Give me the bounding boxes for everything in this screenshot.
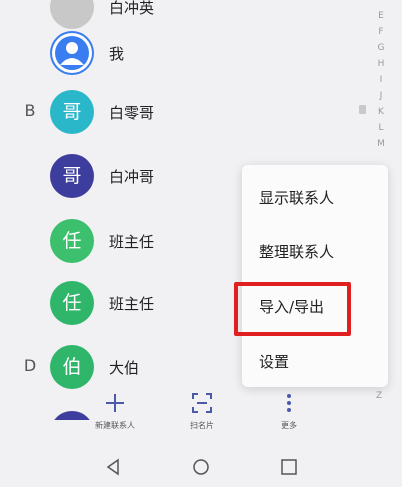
more-label: 更多 bbox=[281, 421, 297, 430]
index-letter[interactable]: K bbox=[374, 104, 388, 120]
recents-icon[interactable] bbox=[280, 458, 298, 480]
contact-name: 白零哥 bbox=[109, 104, 155, 122]
more-vertical-icon bbox=[254, 392, 324, 418]
contact-name: 白冲英 bbox=[109, 0, 155, 17]
note-icon bbox=[359, 105, 366, 114]
scan-icon bbox=[167, 392, 237, 418]
home-icon[interactable] bbox=[192, 458, 210, 480]
contact-avatar: 哥 bbox=[50, 90, 94, 134]
contact-name: 大伯 bbox=[109, 359, 140, 377]
contact-avatar: 任 bbox=[50, 281, 94, 325]
contact-row[interactable]: B 哥 白零哥 bbox=[0, 87, 380, 137]
plus-icon bbox=[80, 392, 150, 418]
person-icon bbox=[50, 31, 94, 75]
contact-avatar: 任 bbox=[50, 219, 94, 263]
contact-row[interactable]: 我 bbox=[0, 28, 380, 78]
contact-avatar: 哥 bbox=[50, 154, 94, 198]
index-letter[interactable]: E bbox=[374, 8, 388, 24]
section-letter: B bbox=[24, 101, 36, 120]
more-button[interactable]: 更多 bbox=[254, 392, 324, 431]
index-letter[interactable]: L bbox=[374, 120, 388, 136]
menu-item-settings[interactable]: 设置 bbox=[259, 351, 289, 372]
index-letter[interactable]: H bbox=[374, 56, 388, 72]
bottom-toolbar: 新建联系人 扫名片 更多 bbox=[0, 392, 402, 440]
system-nav-bar bbox=[0, 446, 402, 487]
new-contact-label: 新建联系人 bbox=[95, 421, 135, 430]
index-letter[interactable]: G bbox=[374, 40, 388, 56]
new-contact-button[interactable]: 新建联系人 bbox=[80, 392, 150, 431]
scan-card-button[interactable]: 扫名片 bbox=[167, 392, 237, 431]
section-letter: D bbox=[23, 356, 37, 375]
back-icon[interactable] bbox=[104, 458, 122, 480]
index-letter[interactable]: M bbox=[374, 136, 388, 152]
contact-name: 我 bbox=[109, 45, 125, 63]
more-menu: 显示联系人 整理联系人 导入/导出 设置 bbox=[242, 165, 388, 387]
contact-name: 班主任 bbox=[109, 295, 155, 313]
contact-name: 班主任 bbox=[109, 233, 155, 251]
index-letter[interactable]: I bbox=[374, 72, 388, 88]
alphabet-index[interactable]: E F G H I J K L M bbox=[374, 8, 388, 152]
contact-name: 白冲哥 bbox=[109, 168, 155, 186]
scan-card-label: 扫名片 bbox=[190, 421, 214, 430]
index-letter[interactable]: F bbox=[374, 24, 388, 40]
contact-avatar bbox=[50, 0, 94, 29]
contact-avatar: 伯 bbox=[50, 345, 94, 389]
highlight-box bbox=[234, 282, 351, 336]
index-letter[interactable]: J bbox=[374, 88, 388, 104]
menu-item-organize-contacts[interactable]: 整理联系人 bbox=[259, 241, 334, 262]
menu-item-show-contacts[interactable]: 显示联系人 bbox=[259, 187, 334, 208]
